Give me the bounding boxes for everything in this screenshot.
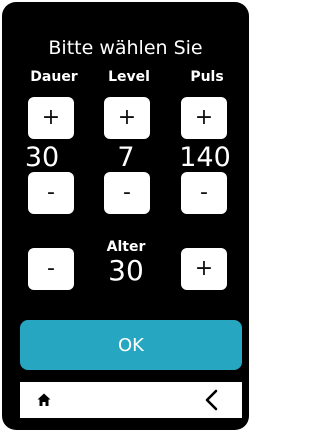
chevron-left-icon[interactable] bbox=[196, 384, 228, 416]
puls-value: 140 bbox=[179, 142, 231, 173]
level-value: 7 bbox=[117, 142, 135, 173]
puls-minus-button[interactable]: - bbox=[181, 172, 227, 214]
alter-minus-button[interactable]: - bbox=[28, 248, 74, 290]
home-icon[interactable] bbox=[28, 384, 60, 416]
device-frame: Bitte wählen Sie Dauer Level Puls + + + … bbox=[2, 2, 249, 430]
puls-plus-button[interactable]: + bbox=[181, 97, 227, 139]
alter-plus-button[interactable]: + bbox=[181, 248, 227, 290]
label-dauer: Dauer bbox=[30, 69, 78, 85]
dauer-value: 30 bbox=[24, 142, 60, 173]
level-minus-button[interactable]: - bbox=[104, 172, 150, 214]
bottom-nav-bar bbox=[20, 382, 242, 418]
page-title: Bitte wählen Sie bbox=[48, 37, 203, 59]
dauer-plus-button[interactable]: + bbox=[28, 97, 74, 139]
level-plus-button[interactable]: + bbox=[104, 97, 150, 139]
dauer-minus-button[interactable]: - bbox=[28, 172, 74, 214]
label-level: Level bbox=[108, 69, 150, 85]
label-puls: Puls bbox=[190, 69, 224, 85]
ok-button[interactable]: OK bbox=[20, 320, 242, 370]
screen: Bitte wählen Sie Dauer Level Puls + + + … bbox=[0, 0, 251, 432]
alter-value: 30 bbox=[108, 254, 144, 287]
